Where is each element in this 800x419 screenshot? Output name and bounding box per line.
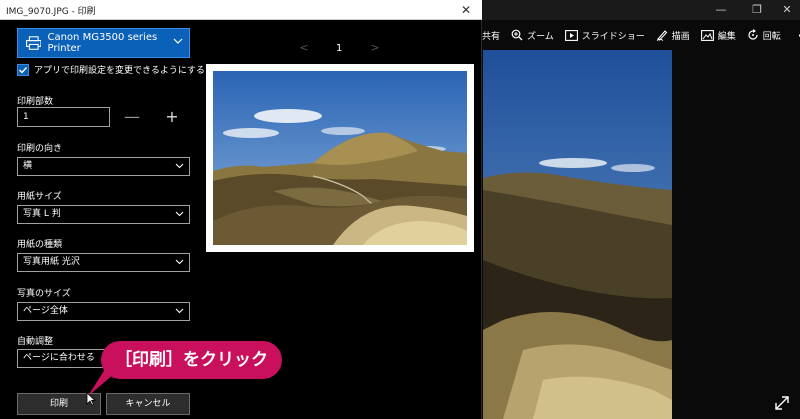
share-label: 共有 [482, 31, 501, 42]
close-window-icon[interactable]: ✕ [772, 2, 800, 18]
auto-adjust-value: ページに合わせる [23, 353, 95, 363]
paper-size-value: 写真 L 判 [23, 209, 61, 219]
print-preview [206, 64, 474, 252]
auto-adjust-label: 自動調整 [17, 337, 54, 347]
app-settings-checkbox[interactable]: アプリで印刷設定を変更できるようにする [17, 63, 205, 76]
edit-icon [700, 29, 714, 41]
copies-increment-button[interactable]: + [164, 109, 180, 125]
copies-decrement-button[interactable]: — [124, 109, 140, 125]
chevron-down-icon [175, 163, 184, 169]
orientation-select[interactable]: 横 [17, 157, 190, 176]
photos-toolbar: 共有 ズーム スライドショー 描画 編集 回転 ··· [482, 22, 800, 48]
draw-button[interactable]: 描画 [656, 29, 690, 42]
slideshow-label: スライドショー [581, 31, 645, 42]
rotate-button[interactable]: 回転 [747, 29, 781, 42]
dialog-title: IMG_9070.JPG - 印刷 [6, 7, 96, 17]
orientation-label: 印刷の向き [17, 144, 63, 154]
orientation-value: 横 [23, 161, 33, 171]
slideshow-icon [564, 29, 578, 41]
printer-select[interactable]: Canon MG3500 series Printer [17, 28, 190, 58]
copies-input[interactable]: 1 [17, 107, 110, 127]
dialog-titlebar: IMG_9070.JPG - 印刷 ✕ [0, 0, 482, 20]
minimize-icon[interactable]: — [706, 2, 736, 18]
next-page-button[interactable]: > [369, 41, 381, 55]
print-dialog: IMG_9070.JPG - 印刷 ✕ Canon MG3500 series … [0, 0, 482, 419]
printer-name: Canon MG3500 series Printer [47, 32, 158, 54]
preview-photo [213, 71, 467, 245]
rotate-icon [748, 29, 758, 40]
edit-button[interactable]: 編集 [700, 29, 736, 42]
paper-size-select[interactable]: 写真 L 判 [17, 205, 190, 224]
chevron-down-icon [175, 308, 184, 314]
close-icon[interactable]: ✕ [458, 2, 474, 18]
zoom-label: ズーム [527, 31, 554, 42]
previous-page-button[interactable]: < [298, 41, 310, 55]
checkbox-box[interactable] [17, 63, 29, 76]
chevron-down-icon [173, 38, 183, 44]
paper-type-label: 用紙の種類 [17, 240, 63, 250]
checkmark-icon [19, 66, 28, 74]
draw-label: 描画 [671, 31, 690, 42]
expand-icon[interactable] [772, 393, 792, 413]
edit-label: 編集 [717, 31, 736, 42]
photo-size-select[interactable]: ページ全体 [17, 302, 190, 321]
photo-size-label: 写真のサイズ [17, 289, 71, 299]
paper-size-label: 用紙サイズ [17, 192, 62, 202]
chevron-down-icon [175, 259, 184, 265]
background-photo [483, 50, 672, 419]
zoom-button[interactable]: ズーム [511, 29, 554, 42]
print-callout: ［印刷］をクリック [101, 341, 282, 379]
printer-icon [26, 36, 42, 50]
pen-icon [656, 30, 668, 41]
paper-type-value: 写真用紙 光沢 [23, 257, 80, 267]
maximize-icon[interactable]: ❐ [742, 2, 772, 18]
cursor-icon [86, 392, 96, 406]
chevron-down-icon [175, 211, 184, 217]
zoom-icon [511, 29, 523, 41]
checkbox-label: アプリで印刷設定を変更できるようにする [34, 66, 205, 76]
share-button[interactable]: 共有 [482, 29, 500, 42]
photo-size-value: ページ全体 [23, 306, 68, 316]
page-number: 1 [336, 43, 343, 54]
slideshow-button[interactable]: スライドショー [564, 29, 645, 42]
paper-type-select[interactable]: 写真用紙 光沢 [17, 253, 190, 272]
copies-label: 印刷部数 [17, 97, 54, 107]
rotate-label: 回転 [762, 31, 781, 42]
